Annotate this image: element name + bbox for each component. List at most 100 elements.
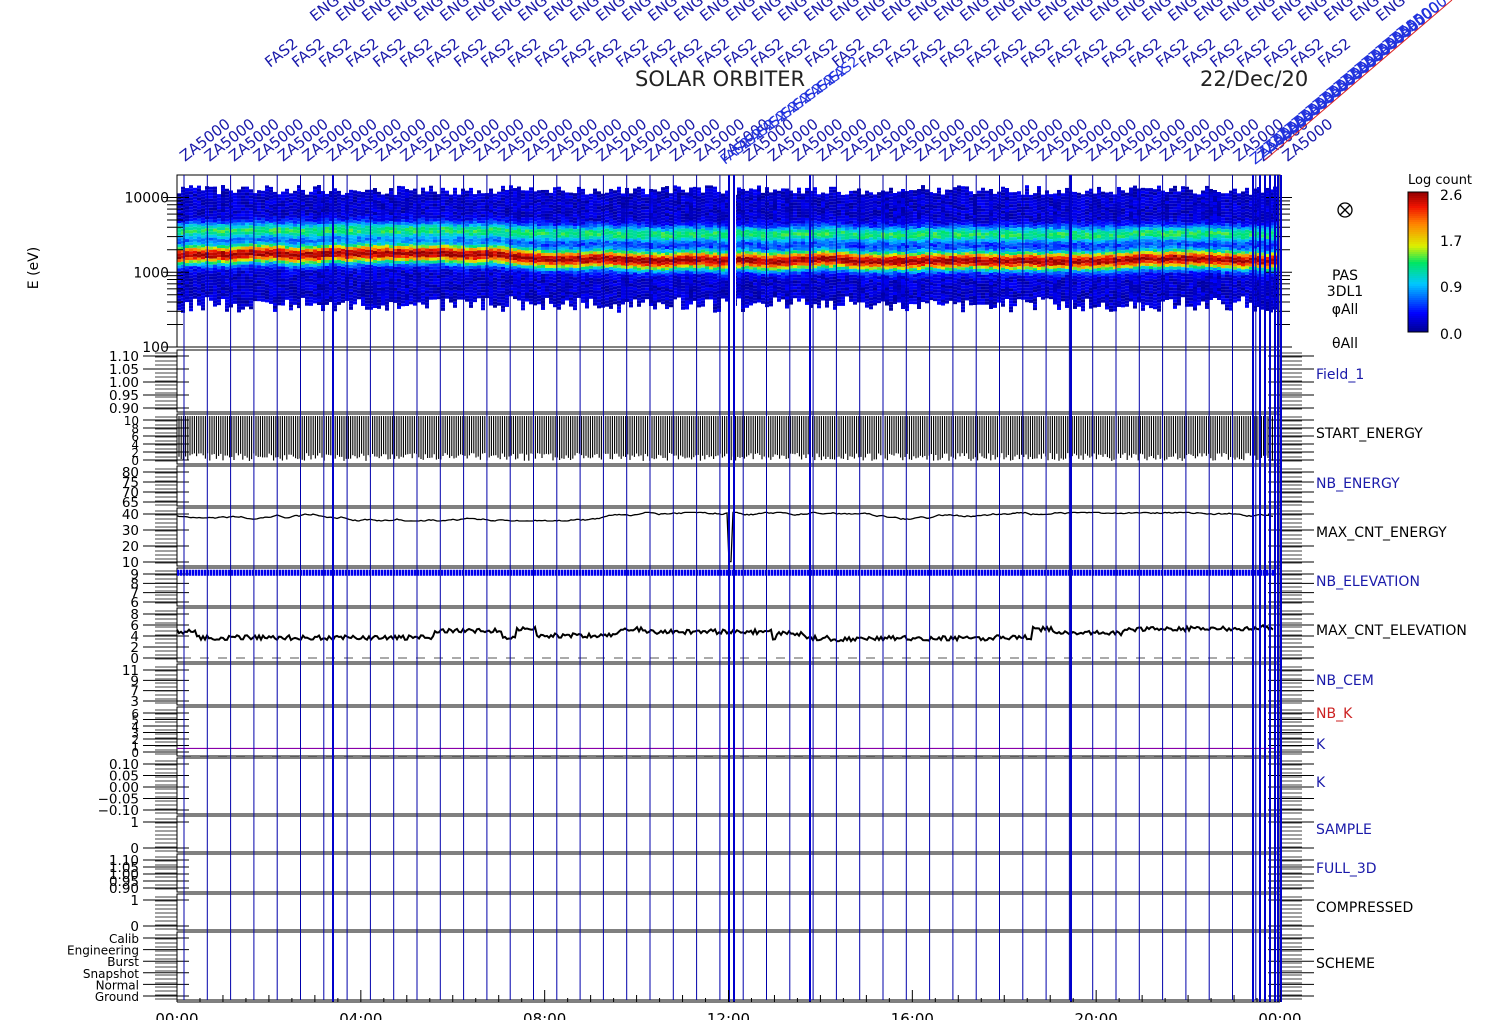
spectrogram-cell <box>465 193 469 197</box>
spectrogram-cell <box>497 266 501 270</box>
spectrogram-cell <box>201 286 205 290</box>
spectrogram-cell <box>597 293 601 297</box>
spectrogram-cell <box>237 213 241 217</box>
spectrogram-cell <box>377 194 381 198</box>
spectrogram-cell <box>669 244 673 248</box>
spectrogram-cell <box>353 292 357 296</box>
spectrogram-cell <box>489 260 493 264</box>
spectrogram-cell <box>637 186 641 190</box>
spectrogram-cell <box>457 269 461 273</box>
spectrogram-cell <box>505 291 509 295</box>
spectrogram-cell <box>285 275 289 279</box>
spectrogram-cell <box>257 241 261 245</box>
spectrogram-cell <box>185 212 189 216</box>
spectrogram-cell <box>313 261 317 265</box>
spectrogram-cell <box>237 270 241 274</box>
spectrogram-cell <box>421 217 425 221</box>
spectrogram-cell <box>425 278 429 282</box>
spectrogram-cell <box>557 261 561 265</box>
spectrogram-cell <box>641 197 645 201</box>
spectrogram-cell <box>389 218 393 222</box>
spectrogram-cell <box>273 224 277 228</box>
spectrogram-cell <box>489 188 493 192</box>
spectrogram-cell <box>189 230 193 234</box>
spectrogram-cell <box>493 199 497 203</box>
spectrogram-cell <box>405 237 409 241</box>
spectrogram-cell <box>441 226 445 230</box>
spectrogram-cell <box>217 269 221 273</box>
spectrogram-cell <box>385 298 389 302</box>
spectrogram-cell <box>213 279 217 283</box>
spectrogram-cell <box>293 229 297 233</box>
spectrogram-cell <box>629 301 633 305</box>
spectrogram-cell <box>317 281 321 285</box>
spectrogram-cell <box>661 250 665 254</box>
spectrogram-cell <box>325 226 329 230</box>
spectrogram-cell <box>313 276 317 280</box>
spectrogram-cell <box>201 229 205 233</box>
spectrogram-cell <box>413 278 417 282</box>
spectrogram-cell <box>405 255 409 259</box>
spectrogram-cell <box>425 260 429 264</box>
spectrogram-cell <box>417 257 421 261</box>
spectrogram-cell <box>309 200 313 204</box>
spectrogram-cell <box>433 242 437 246</box>
spectrogram-cell <box>377 284 381 288</box>
spectrogram-cell <box>249 243 253 247</box>
spectrogram-cell <box>589 247 593 251</box>
spectrogram-cell <box>561 250 565 254</box>
spectrogram-cell <box>661 190 665 194</box>
spectrogram-cell <box>405 264 409 268</box>
spectrogram-cell <box>497 233 501 237</box>
spectrogram-cell <box>501 209 505 213</box>
spectrogram-cell <box>257 256 261 260</box>
spectrogram-cell <box>445 196 449 200</box>
spectrogram-cell <box>217 242 221 246</box>
spectrogram-cell <box>605 243 609 247</box>
spectrogram-cell <box>317 263 321 267</box>
spectrogram-cell <box>545 237 549 241</box>
spectrogram-cell <box>605 222 609 226</box>
spectrogram-cell <box>425 239 429 243</box>
spectrogram-cell <box>357 281 361 285</box>
spectrogram-cell <box>433 221 437 225</box>
spectrogram-cell <box>413 290 417 294</box>
spectrogram-cell <box>425 266 429 270</box>
spectrogram-cell <box>261 292 265 296</box>
spectrogram-cell <box>557 213 561 217</box>
spectrogram-cell <box>281 275 285 279</box>
spectrogram-cell <box>565 252 569 256</box>
spectrogram-cell <box>189 299 193 303</box>
spectrogram-cell <box>397 233 401 237</box>
spectrogram-cell <box>433 269 437 273</box>
spectrogram-cell <box>341 209 345 213</box>
spectrogram-cell <box>201 214 205 218</box>
spectrogram-cell <box>545 240 549 244</box>
spectrogram-cell <box>341 227 345 231</box>
spectrogram-cell <box>249 291 253 295</box>
spectrogram-cell <box>473 275 477 279</box>
spectrogram-cell <box>613 283 617 287</box>
spectrogram-cell <box>317 218 321 222</box>
spectrogram-cell <box>429 281 433 285</box>
spectrogram-cell <box>309 260 313 264</box>
spectrogram-cell <box>285 266 289 270</box>
spectrogram-cell <box>637 267 641 271</box>
spectrogram-cell <box>593 194 597 198</box>
spectrogram-cell <box>589 217 593 221</box>
spectrogram-cell <box>349 204 353 208</box>
spectrogram-cell <box>221 215 225 219</box>
spectrogram-cell <box>541 201 545 205</box>
spectrogram-cell <box>453 301 457 305</box>
spectrogram-cell <box>633 227 637 231</box>
spectrogram-cell <box>185 299 189 303</box>
spectrogram-cell <box>193 238 197 242</box>
spectrogram-cell <box>381 284 385 288</box>
spectrogram-cell <box>189 302 193 306</box>
spectrogram-cell <box>477 208 481 212</box>
spectrogram-cell <box>209 294 213 298</box>
spectrogram-cell <box>461 254 465 258</box>
spectrogram-cell <box>433 236 437 240</box>
spectrogram-cell <box>445 208 449 212</box>
spectrogram-cell <box>537 262 541 266</box>
